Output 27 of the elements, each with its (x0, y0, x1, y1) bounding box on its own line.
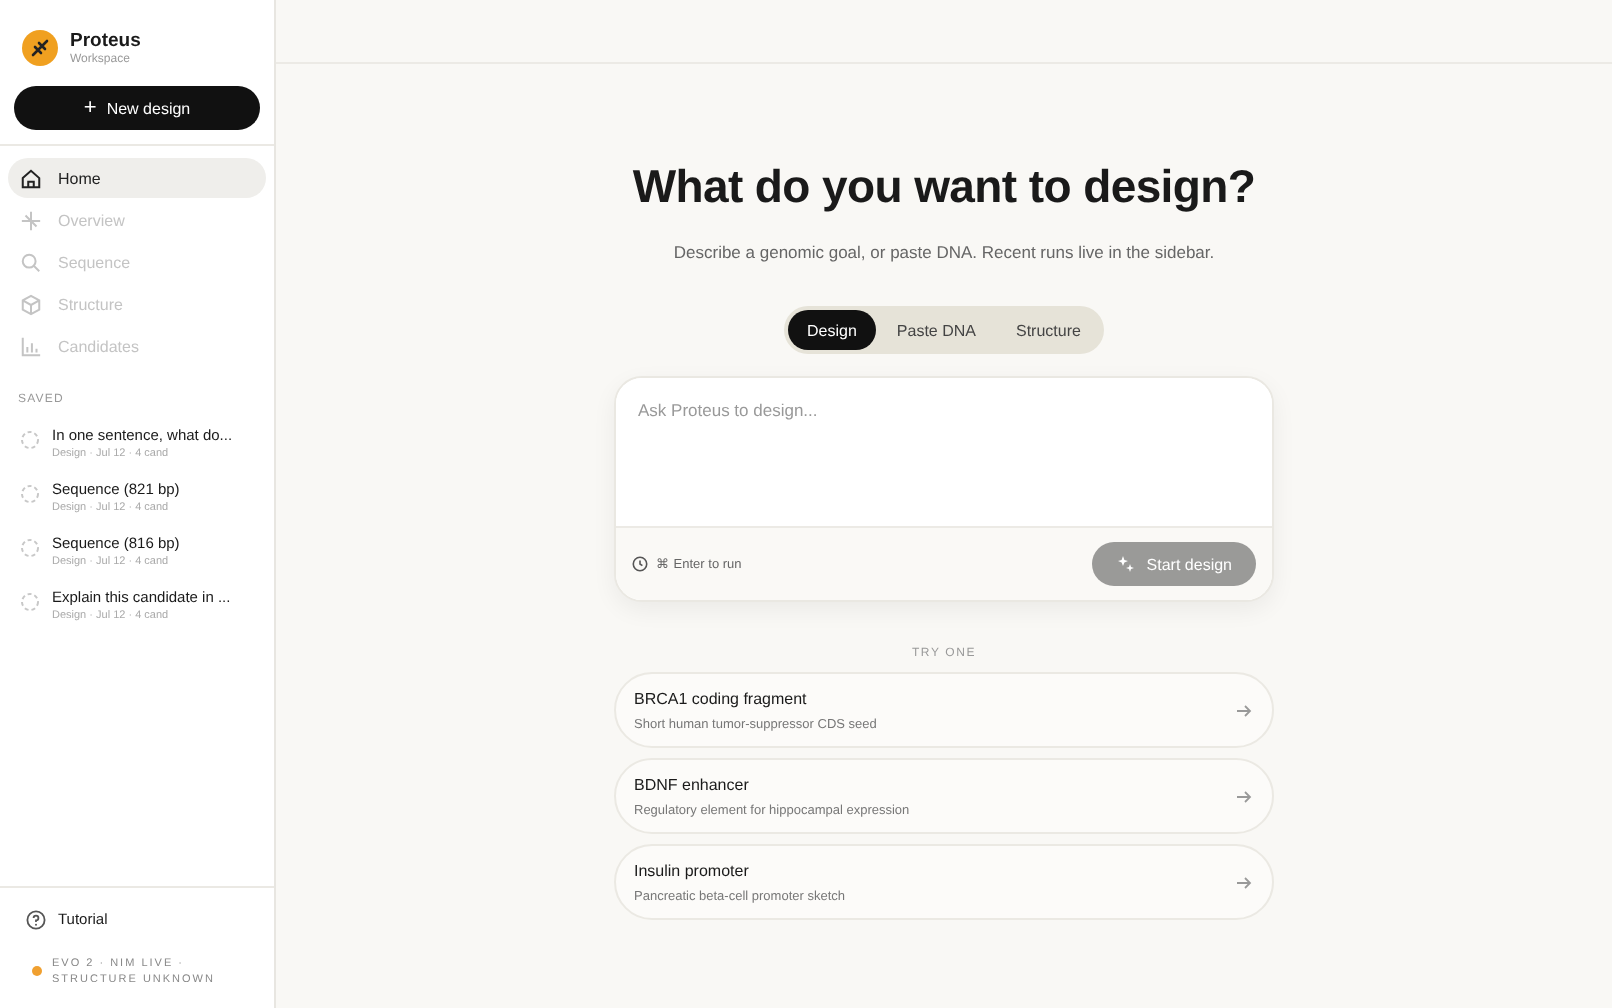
suggestion-title: BDNF enhancer (634, 775, 751, 793)
dashed-circle-icon (20, 484, 40, 504)
mode-tab[interactable]: Paste DNA (876, 310, 996, 350)
page-subheading: Describe a genomic goal, or paste DNA. Recent runs live in the sidebar. (673, 242, 1215, 262)
workspace-name: Proteus (70, 30, 141, 52)
page-heading: What do you want to design? (632, 160, 1256, 214)
dashed-circle-icon (20, 592, 40, 612)
clock-icon (632, 556, 648, 572)
mode-tab[interactable]: Structure (996, 310, 1101, 350)
arrow-right-icon (1236, 703, 1252, 717)
new-design-button[interactable]: + New design (14, 86, 260, 130)
sparkle-icon (1116, 554, 1137, 574)
help-icon (26, 909, 46, 929)
search-icon (20, 251, 42, 273)
nav-item[interactable]: Home (8, 158, 266, 198)
dashed-circle-icon (20, 430, 40, 450)
arrow-right-icon (1236, 875, 1252, 889)
mode-tab[interactable]: Design (787, 310, 877, 350)
sparkle-icon (20, 209, 42, 231)
logo-icon (22, 30, 58, 66)
suggestion-title: BRCA1 coding fragment (634, 689, 809, 707)
arrow-right-icon (1236, 789, 1252, 803)
home-icon (20, 167, 42, 189)
suggestion-title: Insulin promoter (634, 861, 751, 879)
dashed-circle-icon (20, 538, 40, 558)
bar-chart-icon (20, 335, 42, 357)
cube-icon (20, 293, 42, 315)
